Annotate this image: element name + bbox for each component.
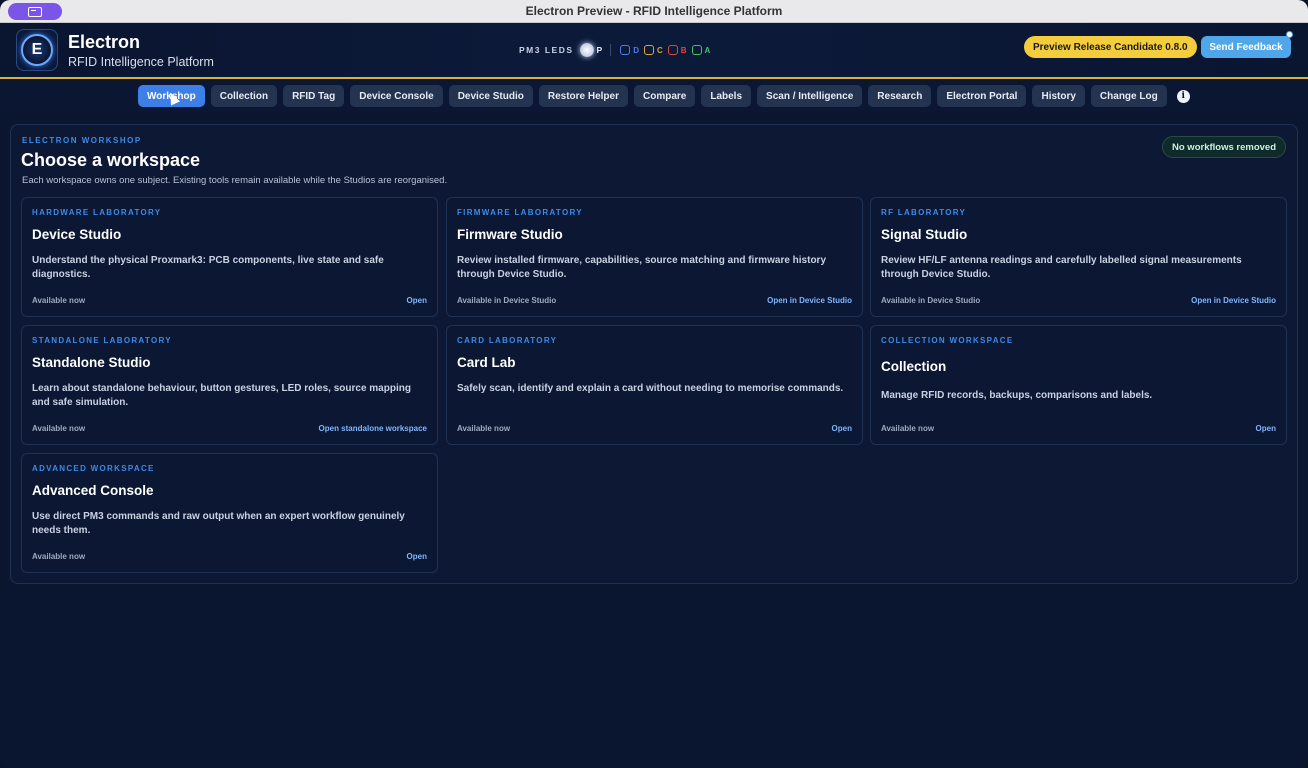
tab-device-studio[interactable]: Device Studio: [448, 85, 533, 107]
led-c-indicator: [643, 45, 654, 55]
led-b-label: B: [680, 45, 687, 55]
workspace-card[interactable]: COLLECTION WORKSPACE Collection Manage RFI…: [870, 325, 1287, 445]
leds-label: PM3 LEDS: [519, 45, 574, 55]
led-p-label: P: [596, 45, 603, 55]
card-title: Firmware Studio: [457, 227, 563, 242]
main-nav: Workshop Collection RFID Tag Device Console…: [0, 79, 1308, 113]
pm3-led-strip: PM3 LEDS P D C B A: [519, 43, 712, 57]
app-logo: E: [16, 29, 58, 71]
tab-history[interactable]: History: [1032, 85, 1085, 107]
tab-change-log[interactable]: Change Log: [1090, 85, 1167, 107]
led-a-label: A: [704, 45, 711, 55]
card-title: Card Lab: [457, 355, 516, 370]
feedback-notification-dot: [1286, 31, 1293, 38]
page-title: Choose a workspace: [21, 150, 201, 170]
brand: Electron RFID Intelligence Platform: [68, 32, 214, 69]
workshop-panel: ELECTRON WORKSHOP Choose a workspace Eac…: [10, 124, 1298, 584]
card-description: Safely scan, identify and explain a card…: [457, 383, 844, 394]
card-eyebrow: ADVANCED WORKSPACE: [32, 464, 155, 473]
card-open-link[interactable]: Open: [407, 552, 427, 561]
tab-scan-intelligence[interactable]: Scan / Intelligence: [757, 85, 863, 107]
send-feedback-button[interactable]: Send Feedback: [1201, 36, 1291, 58]
card-eyebrow: FIRMWARE LABORATORY: [457, 208, 583, 217]
logo-icon: E: [21, 34, 53, 66]
tab-research[interactable]: Research: [868, 85, 932, 107]
card-description: Manage RFID records, backups, comparison…: [881, 390, 1153, 401]
app-header: E Electron RFID Intelligence Platform PM…: [0, 23, 1308, 79]
window-switcher-button[interactable]: [8, 3, 62, 20]
info-icon[interactable]: i: [1176, 89, 1190, 103]
led-d-indicator: [620, 45, 631, 55]
card-eyebrow: HARDWARE LABORATORY: [32, 208, 162, 217]
card-open-link[interactable]: Open in Device Studio: [1191, 296, 1276, 305]
tab-collection[interactable]: Collection: [210, 85, 278, 107]
card-title: Signal Studio: [881, 227, 968, 242]
page-description: Each workspace owns one subject. Existin…: [22, 175, 448, 186]
workspace-card[interactable]: RF LABORATORY Signal Studio Review HF/LF a…: [870, 197, 1287, 317]
card-eyebrow: CARD LABORATORY: [457, 336, 558, 345]
tab-compare[interactable]: Compare: [633, 85, 696, 107]
card-open-link[interactable]: Open in Device Studio: [767, 296, 852, 305]
workspace-card[interactable]: FIRMWARE LABORATORY Firmware Studio Review…: [446, 197, 863, 317]
led-b-indicator: [667, 45, 678, 55]
card-eyebrow: STANDALONE LABORATORY: [32, 336, 172, 345]
workshop-eyebrow: ELECTRON WORKSHOP: [22, 136, 142, 145]
card-open-link[interactable]: Open: [832, 424, 852, 433]
card-open-link[interactable]: Open: [407, 296, 427, 305]
card-description: Review installed firmware, capabilities,…: [457, 255, 827, 280]
tab-electron-portal[interactable]: Electron Portal: [937, 85, 1027, 107]
led-p-indicator: [579, 43, 594, 57]
card-title: Device Studio: [32, 227, 122, 242]
card-status: Available now: [32, 296, 86, 305]
card-status: Available in Device Studio: [457, 296, 557, 305]
app-window: Electron Preview - RFID Intelligence Pla…: [0, 0, 1308, 768]
window-icon: [28, 6, 42, 17]
card-eyebrow: RF LABORATORY: [881, 208, 967, 217]
card-eyebrow: COLLECTION WORKSPACE: [881, 336, 1014, 345]
card-status: Available now: [457, 424, 511, 433]
tab-restore-helper[interactable]: Restore Helper: [538, 85, 628, 107]
tab-device-console[interactable]: Device Console: [350, 85, 443, 107]
tab-labels[interactable]: Labels: [701, 85, 752, 107]
card-status: Available now: [881, 424, 935, 433]
led-c-label: C: [656, 45, 663, 55]
workspace-card[interactable]: STANDALONE LABORATORY Standalone Studio Le…: [21, 325, 438, 445]
window-title: Electron Preview - RFID Intelligence Pla…: [525, 4, 783, 18]
led-divider: [610, 44, 612, 56]
status-badge: No workflows removed: [1162, 136, 1286, 158]
led-d-label: D: [633, 45, 639, 55]
card-description: Understand the physical Proxmark3: PCB c…: [32, 255, 384, 280]
card-description: Use direct PM3 commands and raw output w…: [32, 511, 405, 536]
workspace-card[interactable]: CARD LABORATORY Card Lab Safely scan, iden…: [446, 325, 863, 445]
card-open-link[interactable]: Open standalone workspace: [319, 424, 427, 433]
card-title: Advanced Console: [32, 483, 154, 498]
workspace-card[interactable]: ADVANCED WORKSPACE Advanced Console Use di…: [21, 453, 438, 573]
title-bar: Electron Preview - RFID Intelligence Pla…: [0, 0, 1308, 23]
preview-release-badge: Preview Release Candidate 0.8.0: [1024, 36, 1197, 58]
led-list: DCBA: [617, 45, 712, 55]
card-title: Collection: [881, 359, 947, 374]
workspace-card[interactable]: HARDWARE LABORATORY Device Studio Understa…: [21, 197, 438, 317]
card-open-link[interactable]: Open: [1256, 424, 1276, 433]
card-title: Standalone Studio: [32, 355, 151, 370]
app-subtitle: RFID Intelligence Platform: [68, 54, 214, 69]
card-status: Available in Device Studio: [881, 296, 981, 305]
card-status: Available now: [32, 552, 86, 561]
led-a-indicator: [691, 45, 702, 55]
tab-rfid-tag[interactable]: RFID Tag: [283, 85, 345, 107]
card-status: Available now: [32, 424, 86, 433]
app-name: Electron: [68, 31, 141, 52]
card-description: Review HF/LF antenna readings and carefu…: [881, 255, 1242, 280]
card-description: Learn about standalone behaviour, button…: [32, 383, 411, 408]
